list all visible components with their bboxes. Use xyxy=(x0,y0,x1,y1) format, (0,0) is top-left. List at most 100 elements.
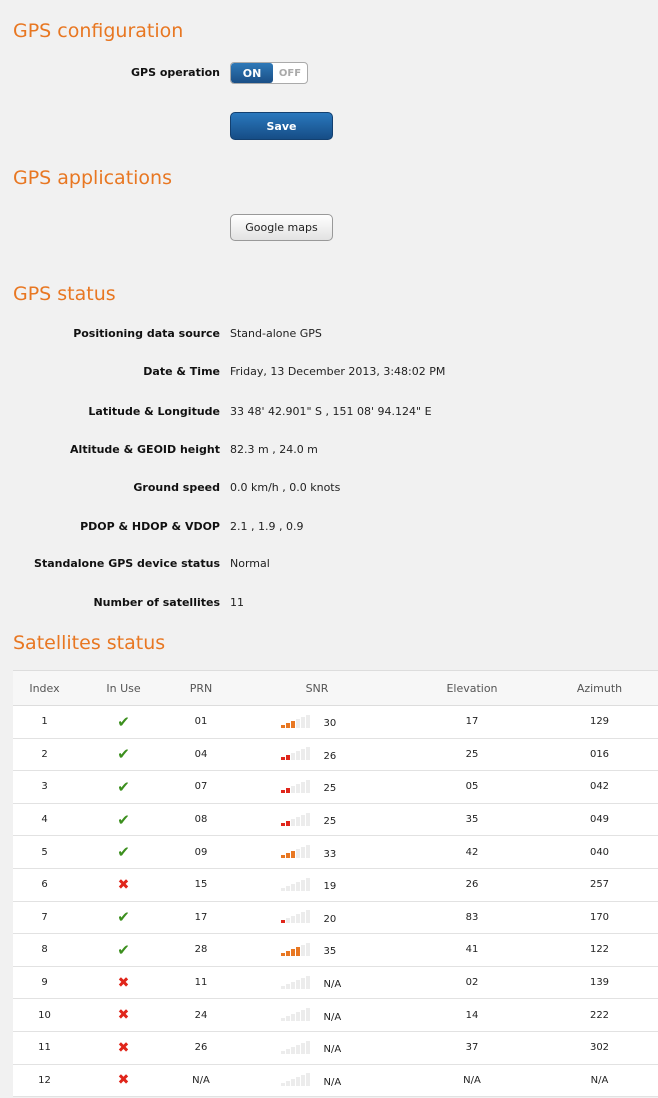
latitude-longitude-value: 33 48' 42.901" S , 151 08' 94.124" E xyxy=(230,405,432,418)
elevation-cell: 37 xyxy=(465,1042,479,1054)
signal-bar xyxy=(285,787,290,793)
in-use-cell: ✔ xyxy=(76,738,171,771)
table-row: 6 ✖ 15 19 26 257 xyxy=(13,868,658,902)
toggle-off-option[interactable]: OFF xyxy=(273,63,307,83)
gps-operation-label: GPS operation xyxy=(131,66,220,79)
signal-bar xyxy=(290,753,295,761)
snr-value: 20 xyxy=(323,913,337,925)
elevation-cell: 41 xyxy=(465,944,479,956)
elevation-cell: 14 xyxy=(465,1009,479,1021)
signal-bar xyxy=(300,977,305,989)
table-header-row: Index In Use PRN SNR Elevation Azimuth xyxy=(13,670,658,706)
signal-bars-icon xyxy=(280,1008,310,1022)
number-of-satellites-label: Number of satellites xyxy=(93,596,220,609)
prn-cell: 11 xyxy=(194,977,208,989)
google-maps-button[interactable]: Google maps xyxy=(230,214,333,241)
signal-bar xyxy=(280,1083,285,1087)
positioning-data-source-value: Stand-alone GPS xyxy=(230,327,322,340)
table-row: 10 ✖ 24 N/A 14 222 xyxy=(13,999,658,1032)
prn-cell: N/A xyxy=(192,1074,210,1086)
signal-bar xyxy=(300,1075,305,1087)
azimuth-cell: 042 xyxy=(589,781,610,793)
snr-cell: 20 xyxy=(231,901,403,934)
signal-bar xyxy=(300,716,305,728)
gps-applications-heading: GPS applications xyxy=(13,167,172,189)
prn-cell: 01 xyxy=(194,716,208,728)
index-cell: 8 xyxy=(41,944,48,956)
satellites-table: Index In Use PRN SNR Elevation Azimuth 1… xyxy=(13,670,658,1098)
in-use-cell: ✖ xyxy=(76,868,171,901)
snr-cell: 33 xyxy=(231,836,403,869)
check-icon: ✔ xyxy=(117,908,130,927)
signal-bar xyxy=(300,1010,305,1022)
column-header-snr: SNR xyxy=(231,670,403,706)
latitude-longitude-label: Latitude & Longitude xyxy=(88,405,220,418)
column-header-azimuth: Azimuth xyxy=(541,670,658,706)
signal-bar xyxy=(285,950,290,956)
signal-bar xyxy=(300,879,305,891)
in-use-cell: ✔ xyxy=(76,901,171,934)
signal-bar xyxy=(305,1008,310,1022)
ground-speed-value: 0.0 km/h , 0.0 knots xyxy=(230,481,341,494)
snr-value: N/A xyxy=(323,1044,342,1056)
check-icon: ✔ xyxy=(117,712,130,731)
cross-icon: ✖ xyxy=(117,1007,130,1024)
date-time-value: Friday, 13 December 2013, 3:48:02 PM xyxy=(230,365,446,378)
azimuth-cell: 170 xyxy=(589,911,610,923)
snr-value: 33 xyxy=(323,848,337,860)
signal-bar xyxy=(285,918,290,924)
save-button[interactable]: Save xyxy=(230,112,333,140)
index-cell: 3 xyxy=(41,781,48,793)
signal-bars-icon xyxy=(280,877,310,891)
snr-cell: N/A xyxy=(231,1064,403,1097)
in-use-cell: ✖ xyxy=(76,1064,171,1097)
signal-bars-icon xyxy=(280,812,310,826)
signal-bar xyxy=(305,1040,310,1054)
signal-bar xyxy=(300,749,305,761)
signal-bar xyxy=(305,779,310,793)
number-of-satellites-value: 11 xyxy=(230,596,244,609)
signal-bar xyxy=(280,920,285,924)
azimuth-cell: 129 xyxy=(589,716,610,728)
elevation-cell: 83 xyxy=(465,911,479,923)
signal-bars-icon xyxy=(280,975,310,989)
signal-bar xyxy=(280,822,285,826)
index-cell: 4 xyxy=(41,814,48,826)
table-row: 9 ✖ 11 N/A 02 139 xyxy=(13,966,658,999)
azimuth-cell: 049 xyxy=(589,814,610,826)
signal-bar xyxy=(305,1073,310,1087)
signal-bar xyxy=(290,883,295,891)
snr-value: 30 xyxy=(323,718,337,730)
index-cell: 10 xyxy=(38,1009,51,1021)
signal-bar xyxy=(280,757,285,761)
elevation-cell: 42 xyxy=(465,846,479,858)
signal-bar xyxy=(290,1079,295,1087)
signal-bar xyxy=(290,1046,295,1054)
check-icon: ✔ xyxy=(117,810,130,829)
index-cell: 12 xyxy=(38,1074,51,1086)
signal-bar xyxy=(290,818,295,826)
signal-bar xyxy=(295,849,300,859)
check-icon: ✔ xyxy=(117,940,130,959)
snr-value: 26 xyxy=(323,750,337,762)
signal-bar xyxy=(280,952,285,956)
signal-bar xyxy=(300,781,305,793)
signal-bar xyxy=(295,718,300,728)
check-icon: ✔ xyxy=(117,843,130,862)
table-row: 1 ✔ 01 30 17 129 xyxy=(13,706,658,739)
azimuth-cell: 222 xyxy=(589,1009,610,1021)
toggle-on-option[interactable]: ON xyxy=(231,63,273,83)
signal-bar xyxy=(295,783,300,793)
in-use-cell: ✖ xyxy=(76,999,171,1032)
signal-bars-icon xyxy=(280,910,310,924)
gps-operation-toggle[interactable]: ON OFF xyxy=(230,62,308,84)
prn-cell: 08 xyxy=(194,814,208,826)
signal-bar xyxy=(295,881,300,891)
azimuth-cell: 122 xyxy=(589,944,610,956)
index-cell: 1 xyxy=(41,716,48,728)
elevation-cell: N/A xyxy=(463,1074,481,1086)
table-row: 8 ✔ 28 35 41 122 xyxy=(13,934,658,967)
satellites-table-body: 1 ✔ 01 30 17 129 2 ✔ 04 26 25 016 3 ✔ 07 25 05 042 4 ✔ 08 25 3… xyxy=(13,706,658,1097)
index-cell: 5 xyxy=(41,846,48,858)
signal-bar xyxy=(300,847,305,859)
